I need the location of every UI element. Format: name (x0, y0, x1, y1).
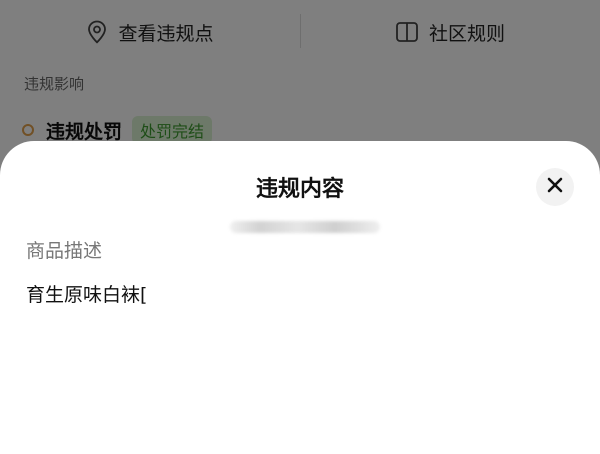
blurred-text (230, 221, 380, 233)
violation-content-sheet: 违规内容 商品描述 育生原味白袜[ (0, 141, 600, 454)
close-icon (547, 177, 563, 197)
field-label: 商品描述 (26, 240, 103, 262)
sheet-title: 违规内容 (255, 177, 344, 202)
close-button[interactable] (536, 168, 574, 206)
field-value: 育生原味白袜[ (26, 284, 148, 306)
